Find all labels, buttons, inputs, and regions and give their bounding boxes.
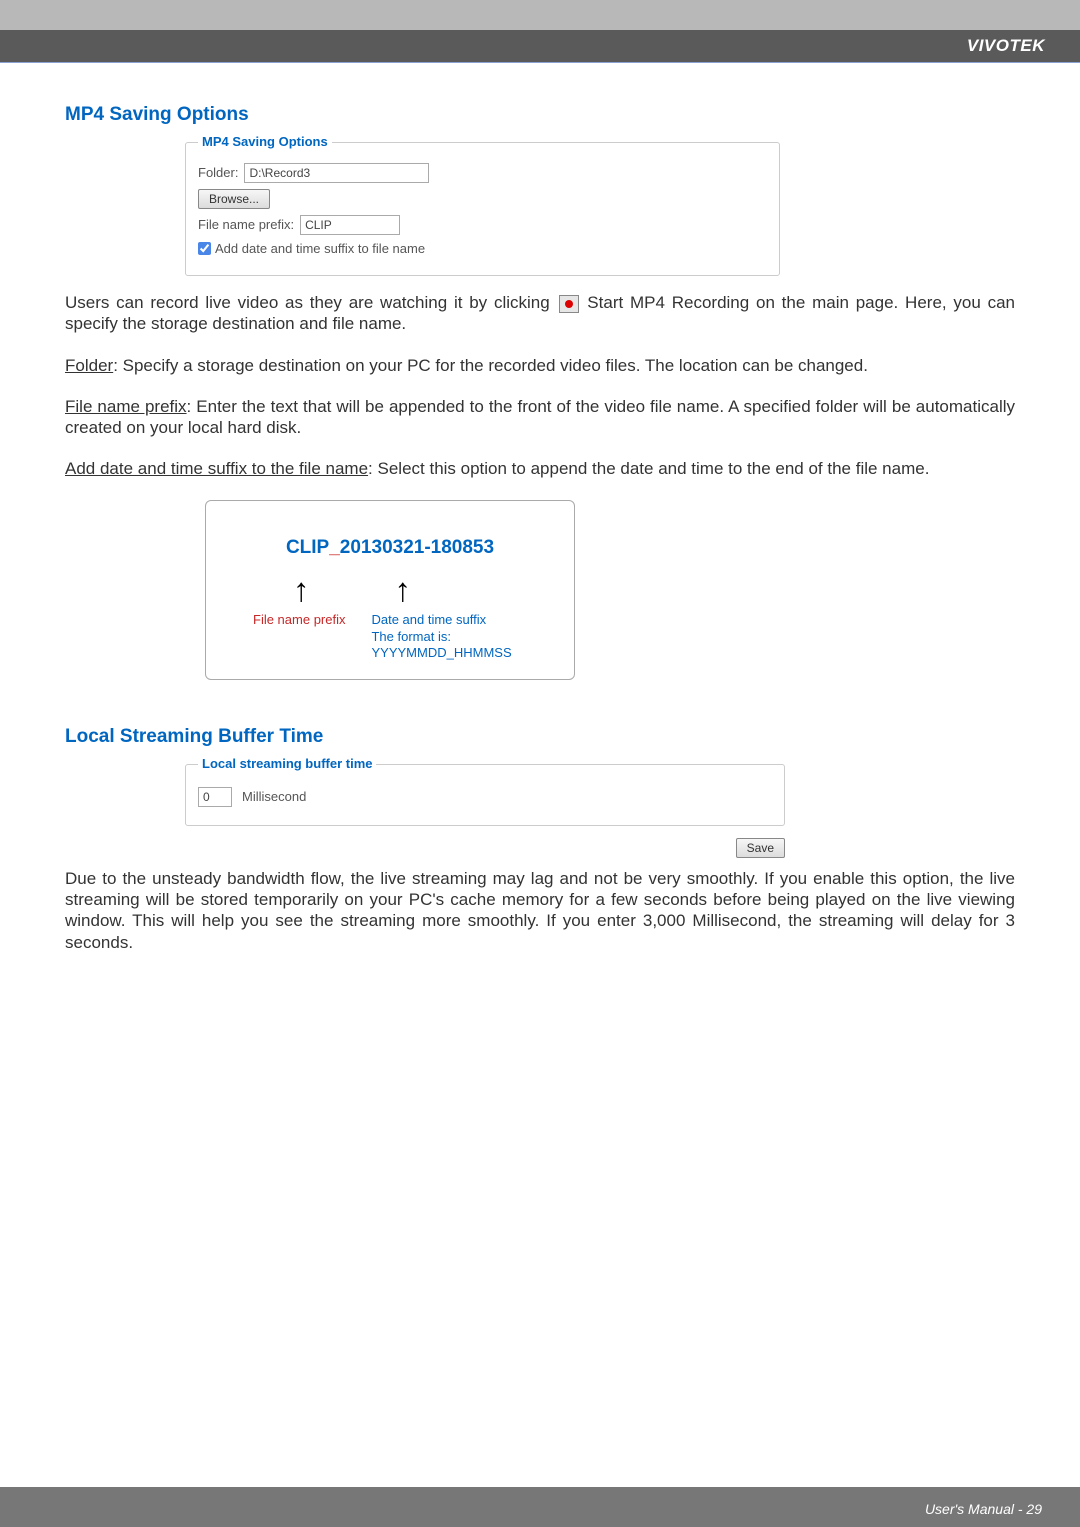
mp4-legend: MP4 Saving Options	[198, 134, 332, 150]
paragraph-3: File name prefix: Enter the text that wi…	[65, 396, 1015, 439]
filename-example-box: CLIP_20130321-180853 ↑ ↑ File name prefi…	[205, 500, 575, 681]
brand-bar: VIVOTEK	[0, 30, 1080, 62]
example-labels: File name prefix Date and time suffix Th…	[231, 612, 549, 661]
label-suffix: Date and time suffix The format is: YYYY…	[371, 612, 549, 661]
footer-page: 29	[1026, 1501, 1042, 1517]
record-icon	[559, 295, 579, 313]
footer-text: User's Manual - 29	[925, 1501, 1042, 1517]
folder-row: Folder:	[198, 163, 767, 183]
arrows: ↑ ↑	[231, 573, 549, 606]
label-suffix-l1: Date and time suffix	[371, 612, 486, 627]
suffix-label: Add date and time suffix to file name	[215, 241, 425, 257]
browse-row: Browse...	[198, 189, 767, 209]
arrow-up-icon: ↑	[395, 573, 412, 606]
paragraph-5: Due to the unsteady bandwidth flow, the …	[65, 868, 1015, 953]
prefix-label: File name prefix:	[198, 217, 294, 233]
prefix-input[interactable]	[300, 215, 400, 235]
folder-input[interactable]	[244, 163, 429, 183]
p2-lead: Folder	[65, 356, 113, 375]
p3-lead: File name prefix	[65, 397, 187, 416]
suffix-row: Add date and time suffix to file name	[198, 241, 767, 257]
footer-manual: User's Manual -	[925, 1501, 1026, 1517]
buffer-unit: Millisecond	[242, 789, 306, 805]
p4-rest: : Select this option to append the date …	[368, 459, 929, 478]
p4-lead: Add date and time suffix to the file nam…	[65, 459, 368, 478]
page: VIVOTEK MP4 Saving Options MP4 Saving Op…	[0, 0, 1080, 1527]
content: MP4 Saving Options MP4 Saving Options Fo…	[0, 63, 1080, 953]
mp4-options-box: MP4 Saving Options Folder: Browse... Fil…	[185, 142, 780, 276]
paragraph-1: Users can record live video as they are …	[65, 292, 1015, 335]
label-prefix: File name prefix	[253, 612, 345, 661]
p1a: Users can record live video as they are …	[65, 293, 557, 312]
example-prefix: CLIP	[286, 537, 329, 558]
save-button[interactable]: Save	[736, 838, 785, 858]
buffer-legend: Local streaming buffer time	[198, 756, 376, 772]
arrow-up-icon: ↑	[293, 573, 310, 606]
prefix-row: File name prefix:	[198, 215, 767, 235]
header-top-margin	[0, 0, 1080, 30]
buffer-box: Local streaming buffer time Millisecond	[185, 764, 785, 826]
browse-button[interactable]: Browse...	[198, 189, 270, 209]
p3-rest: : Enter the text that will be appended t…	[65, 397, 1015, 437]
paragraph-2: Folder: Specify a storage destination on…	[65, 355, 1015, 376]
paragraph-4: Add date and time suffix to the file nam…	[65, 458, 1015, 479]
label-suffix-l2: The format is: YYYYMMDD_HHMMSS	[371, 629, 511, 660]
p2-rest: : Specify a storage destination on your …	[113, 356, 868, 375]
folder-label: Folder:	[198, 165, 238, 181]
buffer-input[interactable]	[198, 787, 232, 807]
example-sep: _	[329, 537, 340, 558]
brand-name: VIVOTEK	[967, 36, 1045, 55]
mp4-section-title: MP4 Saving Options	[65, 103, 1015, 127]
footer: User's Manual - 29	[0, 1487, 1080, 1527]
buffer-row: Millisecond	[198, 787, 772, 807]
example-filename: CLIP_20130321-180853	[231, 536, 549, 560]
suffix-checkbox[interactable]	[198, 242, 211, 255]
example-suffix: 20130321-180853	[340, 537, 494, 558]
save-row: Save	[185, 836, 785, 858]
buffer-section-title: Local Streaming Buffer Time	[65, 725, 1015, 749]
